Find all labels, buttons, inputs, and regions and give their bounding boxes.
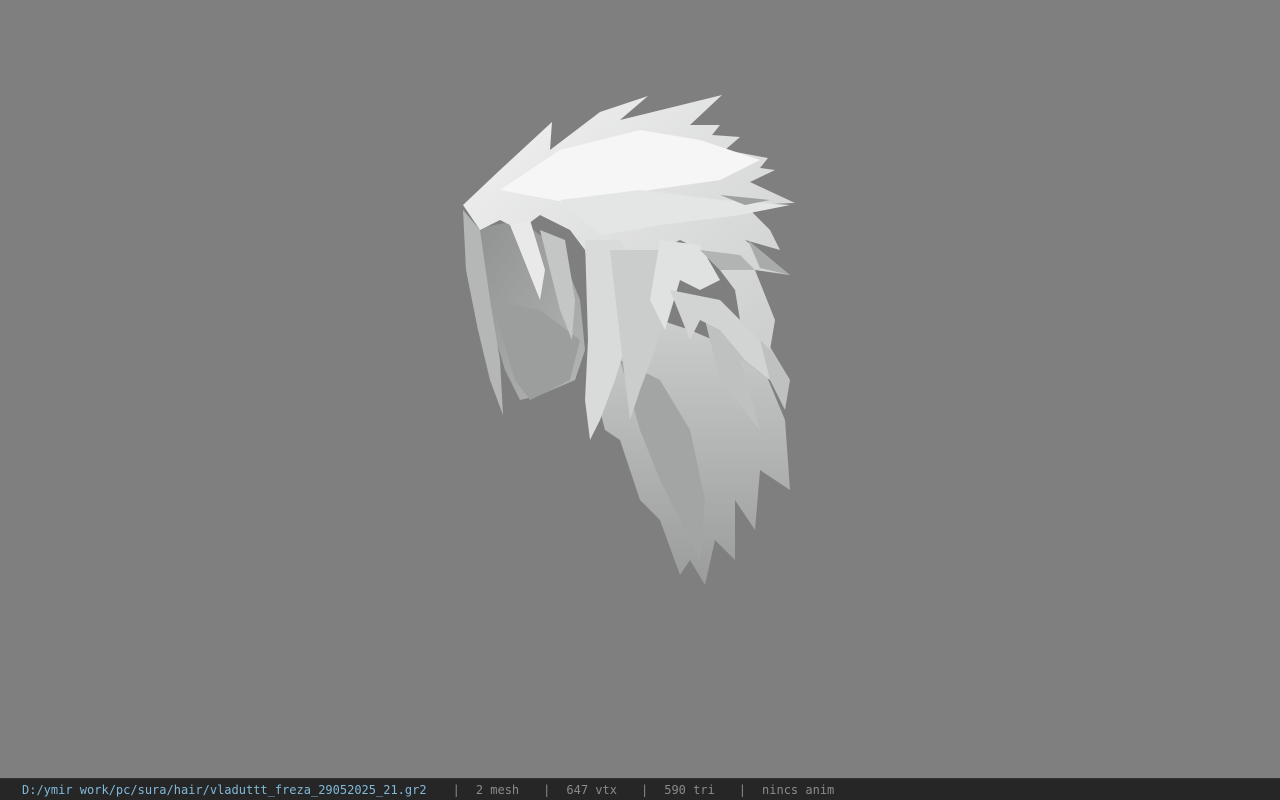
separator: | [738,782,747,797]
mesh-count: 2 mesh [475,782,520,797]
3d-viewport[interactable] [0,0,1280,778]
separator: | [543,782,551,797]
file-path: D:/ymir work/pc/sura/hair/vladuttt_freza… [22,782,427,797]
separator: | [452,782,460,797]
hair-model [463,95,795,585]
separator: | [640,782,649,797]
animation-status: nincs anim [762,782,835,797]
vertex-count: 647 vtx [566,782,617,797]
triangle-count: 590 tri [664,782,715,797]
status-bar: D:/ymir work/pc/sura/hair/vladuttt_freza… [0,778,1280,800]
